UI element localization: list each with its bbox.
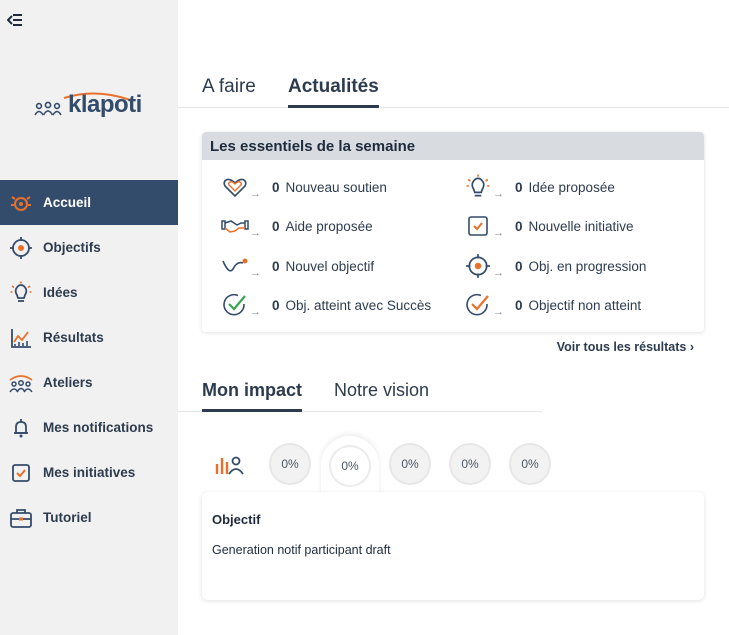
stat-aide-proposee[interactable]: → 0 Aide proposée — [220, 211, 373, 241]
stat-idee-proposee[interactable]: → 0 Idée proposée — [463, 172, 615, 202]
sidebar-item-label: Idées — [43, 285, 78, 300]
stat-obj-atteint-succes[interactable]: → 0 Obj. atteint avec Succès — [220, 290, 431, 320]
arrow-icon: → — [493, 227, 504, 239]
stat-objectif-non-atteint[interactable]: → 0 Objectif non atteint — [463, 290, 641, 320]
heart-hands-icon — [220, 172, 250, 202]
stat-label: Nouveau soutien — [285, 179, 387, 195]
sidebar-item-label: Tutoriel — [43, 510, 92, 525]
impact-progress-row: 0% 0% 0% 0% 0% — [208, 436, 708, 496]
lightbulb-icon — [8, 280, 34, 306]
target-burst-icon — [8, 190, 34, 216]
stat-label: Nouvelle initiative — [528, 218, 634, 234]
collapse-menu-icon[interactable] — [6, 12, 25, 28]
arrow-icon: → — [250, 188, 261, 200]
sidebar-item-label: Ateliers — [43, 375, 93, 390]
unmet-check-icon — [463, 290, 493, 320]
success-check-icon — [220, 290, 250, 320]
arrow-icon: → — [250, 267, 261, 279]
target-icon — [463, 251, 493, 281]
impact-circle[interactable]: 0% — [269, 443, 311, 485]
sidebar-item-idees[interactable]: Idées — [0, 270, 178, 315]
target-icon — [8, 235, 34, 261]
stat-label: Nouvel objectif — [285, 258, 375, 274]
see-all-results-link[interactable]: Voir tous les résultats › — [557, 340, 694, 354]
impact-circle[interactable]: 0% — [449, 443, 491, 485]
stat-nouveau-soutien[interactable]: → 0 Nouveau soutien — [220, 172, 387, 202]
stat-nouvelle-initiative[interactable]: → 0 Nouvelle initiative — [463, 211, 634, 241]
stat-count: 0 — [515, 179, 523, 195]
sidebar-item-label: Mes notifications — [43, 420, 154, 435]
stat-count: 0 — [272, 258, 280, 274]
sidebar-item-resultats[interactable]: Résultats — [0, 315, 178, 360]
stat-obj-en-progression[interactable]: → 0 Obj. en progression — [463, 251, 646, 281]
sidebar-item-label: Résultats — [43, 330, 104, 345]
stat-label: Obj. atteint avec Succès — [285, 297, 432, 313]
impact-circle[interactable]: 0% — [509, 443, 551, 485]
sidebar-item-label: Mes initiatives — [43, 465, 136, 480]
impact-circle[interactable]: 0% — [389, 443, 431, 485]
arrow-icon: → — [493, 306, 504, 318]
stat-label: Obj. en progression — [528, 258, 647, 274]
impact-chart-people-icon[interactable] — [214, 450, 246, 478]
handshake-icon — [220, 211, 250, 241]
tab-a-faire[interactable]: A faire — [202, 76, 256, 98]
weekly-summary-card: Les essentiels de la semaine → 0 Nouveau… — [202, 132, 704, 332]
stat-label: Aide proposée — [285, 218, 373, 234]
lightbulb-icon — [463, 172, 493, 202]
stat-label: Objectif non atteint — [528, 297, 642, 313]
stat-count: 0 — [272, 218, 280, 234]
objective-card[interactable]: Objectif Generation notif participant dr… — [202, 492, 704, 600]
stat-count: 0 — [515, 258, 523, 274]
stat-nouvel-objectif[interactable]: → 0 Nouvel objectif — [220, 251, 374, 281]
sidebar-item-initiatives[interactable]: Mes initiatives — [0, 450, 178, 495]
sidebar-item-label: Accueil — [43, 195, 92, 210]
arrow-icon: → — [250, 306, 261, 318]
sidebar-item-label: Objectifs — [43, 240, 101, 255]
sidebar-item-notifications[interactable]: Mes notifications — [0, 405, 178, 450]
arrow-icon: → — [250, 227, 261, 239]
brand-name: klapoti — [68, 91, 142, 118]
tab-actualites[interactable]: Actualités — [288, 76, 379, 108]
objective-description: Generation notif participant draft — [212, 543, 391, 557]
main-content: A faire Actualités Les essentiels de la … — [178, 0, 729, 635]
sidebar-item-ateliers[interactable]: Ateliers — [0, 360, 178, 405]
stat-count: 0 — [272, 179, 280, 195]
tab-mon-impact[interactable]: Mon impact — [202, 380, 303, 412]
bell-icon — [8, 415, 34, 441]
stat-count: 0 — [272, 297, 280, 313]
checkbox-icon — [463, 211, 493, 241]
arrow-icon: → — [493, 267, 504, 279]
stat-count: 0 — [515, 297, 523, 313]
impact-circle-selected[interactable]: 0% — [321, 436, 379, 496]
new-goal-icon — [220, 251, 250, 281]
impact-circle-value: 0% — [329, 445, 371, 487]
arrow-icon: → — [493, 188, 504, 200]
stat-count: 0 — [515, 218, 523, 234]
sidebar-item-tutoriel[interactable]: Tutoriel — [0, 495, 178, 540]
chart-icon — [8, 325, 34, 351]
checkbox-icon — [8, 460, 34, 486]
people-icon — [8, 370, 34, 396]
sidebar-item-accueil[interactable]: Accueil — [0, 180, 178, 225]
briefcase-icon — [8, 505, 34, 531]
sidebar: klapoti Accueil Objectifs Idées Résultat… — [0, 0, 178, 635]
main-tabs: A faire Actualités — [178, 72, 729, 108]
impact-tabs: Mon impact Notre vision — [178, 378, 542, 412]
tab-notre-vision[interactable]: Notre vision — [334, 380, 429, 401]
brand-logo[interactable]: klapoti — [34, 90, 144, 126]
stat-label: Idée proposée — [528, 179, 615, 195]
weekly-summary-title: Les essentiels de la semaine — [202, 132, 704, 160]
sidebar-item-objectifs[interactable]: Objectifs — [0, 225, 178, 270]
sidebar-nav: Accueil Objectifs Idées Résultats Atelie… — [0, 180, 178, 540]
objective-title: Objectif — [212, 512, 261, 527]
